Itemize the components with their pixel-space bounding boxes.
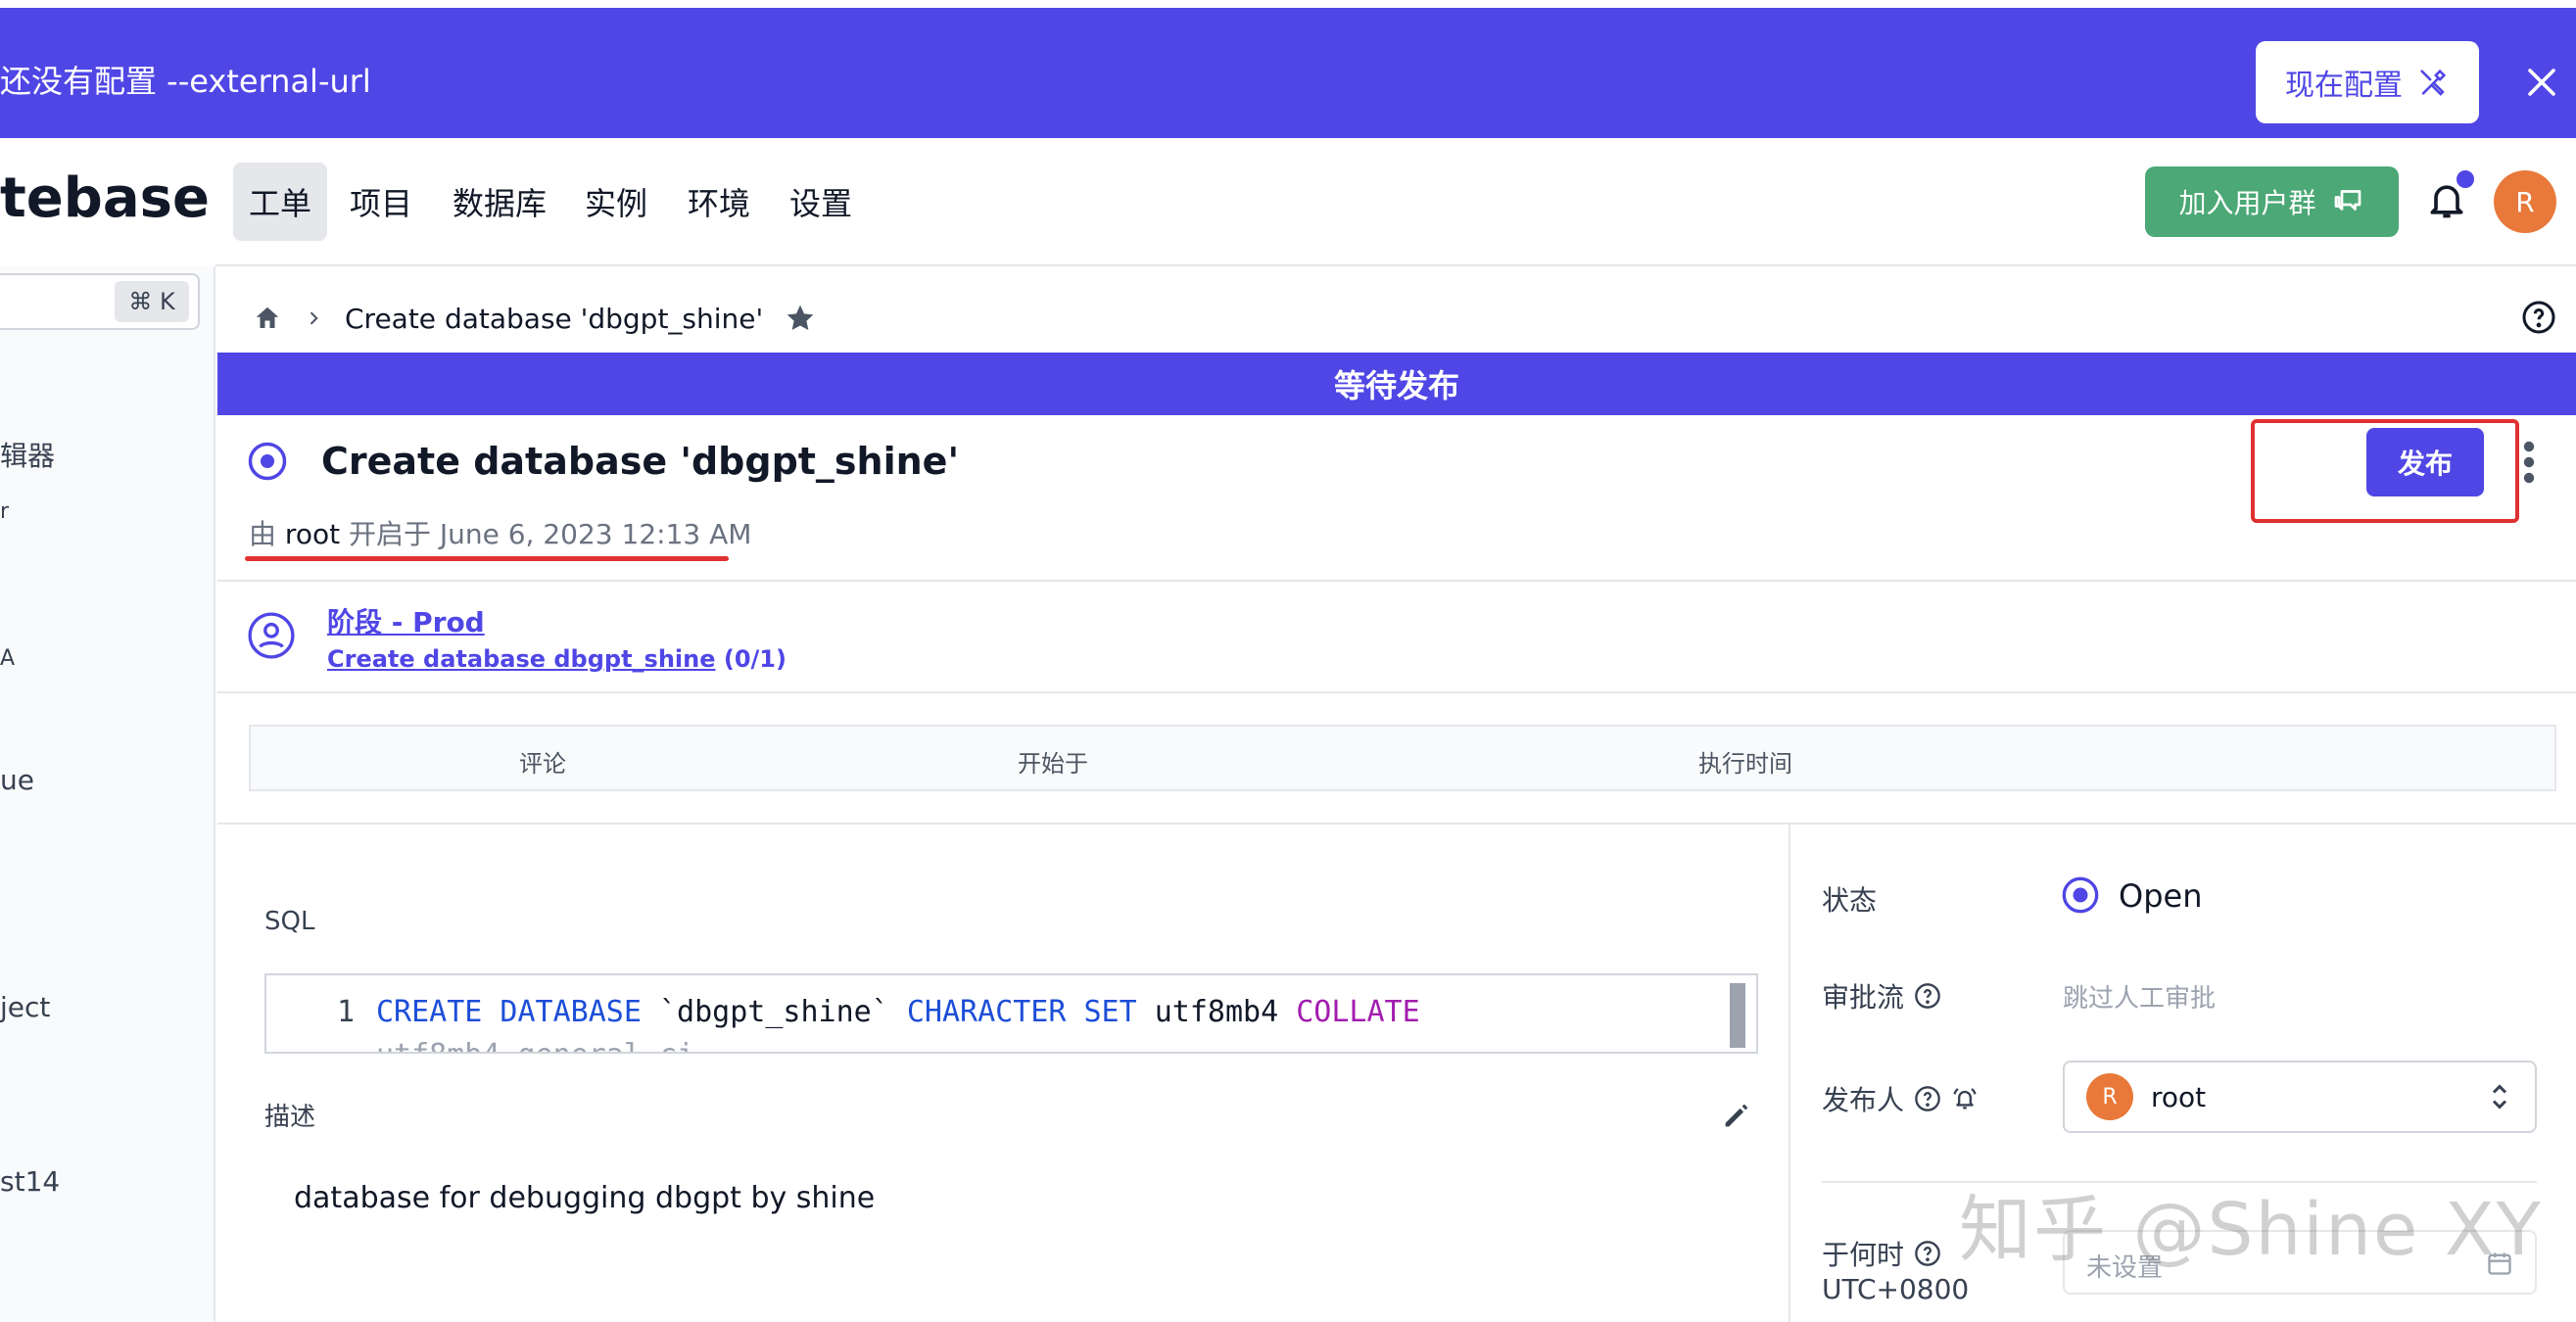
stage-task: Create database dbgpt_shine (0/1) xyxy=(327,645,787,673)
sql-keyword: COLLATE xyxy=(1296,995,1420,1029)
issue-open-icon xyxy=(248,442,287,481)
nav-tab-environments[interactable]: 环境 xyxy=(672,163,766,241)
breadcrumb-current: Create database 'dbgpt_shine' xyxy=(345,302,764,335)
approval-value: 跳过人工审批 xyxy=(2063,984,2217,1014)
when-label: 于何时 xyxy=(1822,1234,1941,1273)
chevron-right-icon xyxy=(310,311,318,325)
sidebar-item-3[interactable]: A xyxy=(0,646,15,671)
status-label: 状态 xyxy=(1822,879,1877,919)
column-started-at: 开始于 xyxy=(1018,750,1088,778)
highlight-underline xyxy=(245,556,729,561)
bell-ring-icon[interactable] xyxy=(1951,1085,1979,1112)
by-prefix: 由 xyxy=(249,518,277,550)
assignee-avatar: R xyxy=(2086,1073,2133,1120)
panel-divider xyxy=(1789,823,1790,1322)
user-avatar[interactable]: R xyxy=(2494,170,2556,233)
issue-opened-time: 开启于 June 6, 2023 12:13 AM xyxy=(348,518,752,550)
breadcrumb: Create database 'dbgpt_shine' xyxy=(253,299,816,338)
sql-code-line: CREATE DATABASE `dbgpt_shine` CHARACTER … xyxy=(376,995,1420,1029)
help-icon[interactable] xyxy=(2521,300,2556,335)
nav-tab-settings[interactable]: 设置 xyxy=(774,163,868,241)
status-label-text: 状态 xyxy=(1822,884,1878,917)
issue-meta: 由 root 开启于 June 6, 2023 12:13 AM xyxy=(249,513,751,552)
stage-link[interactable]: 阶段 - Prod xyxy=(327,601,485,640)
user-circle-icon xyxy=(248,612,295,659)
external-url-banner: 还没有配置 --external-url 现在配置 xyxy=(0,8,2576,138)
divider xyxy=(217,580,2576,582)
when-label-text: 于何时 xyxy=(1822,1239,1905,1271)
line-number: 1 xyxy=(337,995,356,1029)
more-vertical-icon[interactable] xyxy=(2521,439,2537,486)
pencil-icon[interactable] xyxy=(1720,1099,1753,1132)
watermark: 知乎 @Shine XY xyxy=(1959,1188,2543,1272)
divider xyxy=(217,691,2576,693)
join-group-label: 加入用户群 xyxy=(2178,187,2316,219)
column-comment: 评论 xyxy=(519,750,566,778)
chevron-up-down-icon xyxy=(2492,1084,2507,1110)
nav-tab-instances[interactable]: 实例 xyxy=(569,163,663,241)
question-circle-icon[interactable] xyxy=(1914,982,1941,1010)
sidebar-item-6[interactable]: st14 xyxy=(0,1165,60,1198)
timezone-text: UTC+0800 xyxy=(1822,1273,1970,1305)
publish-button[interactable]: 发布 xyxy=(2366,428,2484,496)
nav-tab-issues[interactable]: 工单 xyxy=(233,163,328,241)
sql-keyword: CREATE DATABASE xyxy=(376,995,642,1029)
question-circle-icon[interactable] xyxy=(1914,1240,1941,1267)
sql-charset: utf8mb4 xyxy=(1136,995,1297,1029)
issue-title: Create database 'dbgpt_shine' xyxy=(321,440,960,483)
assignee-name: root xyxy=(2151,1081,2207,1113)
star-icon[interactable] xyxy=(785,303,816,334)
join-group-button[interactable]: 加入用户群 xyxy=(2145,166,2399,237)
app-logo: tebase xyxy=(0,166,210,230)
description-label: 描述 xyxy=(264,1103,316,1132)
tools-icon xyxy=(2420,69,2447,96)
banner-text: 还没有配置 --external-url xyxy=(0,63,371,100)
close-icon[interactable] xyxy=(2524,65,2559,100)
divider xyxy=(217,823,2576,825)
description-text: database for debugging dbgpt by shine xyxy=(294,1181,876,1215)
assignee-label-text: 发布人 xyxy=(1822,1084,1905,1116)
status-value: Open xyxy=(2119,877,2203,915)
configure-now-button[interactable]: 现在配置 xyxy=(2256,41,2479,123)
home-icon[interactable] xyxy=(253,304,282,333)
approval-label-text: 审批流 xyxy=(1822,981,1905,1014)
sidebar-item-4[interactable]: ue xyxy=(0,764,34,796)
assignee-label: 发布人 xyxy=(1822,1079,1979,1118)
sql-label: SQL xyxy=(264,907,315,936)
sidebar-item-1[interactable]: 辑器 xyxy=(0,435,55,474)
approval-label: 审批流 xyxy=(1822,976,1941,1015)
issue-status-bar: 等待发布 xyxy=(217,353,2576,415)
status-open-icon xyxy=(2062,876,2099,914)
search-shortcut: ⌘ K xyxy=(115,281,189,322)
notification-dot xyxy=(2457,170,2474,188)
editor-scrollbar[interactable] xyxy=(1730,983,1745,1048)
sql-identifier: `dbgpt_shine` xyxy=(641,995,907,1029)
chat-icon xyxy=(2334,190,2361,211)
configure-now-label: 现在配置 xyxy=(2285,69,2403,103)
sidebar-item-5[interactable]: ject xyxy=(0,991,50,1023)
column-duration: 执行时间 xyxy=(1698,750,1792,778)
task-table-header xyxy=(249,725,2556,791)
nav-tab-projects[interactable]: 项目 xyxy=(334,163,428,241)
sidebar-item-2[interactable]: r xyxy=(0,499,9,524)
assignee-select[interactable] xyxy=(2063,1061,2537,1133)
sql-code-line-2: utf8mb4_general_ci xyxy=(376,1038,694,1052)
sql-editor[interactable]: 1 CREATE DATABASE `dbgpt_shine` CHARACTE… xyxy=(264,973,1758,1054)
task-link[interactable]: Create database dbgpt_shine xyxy=(327,645,716,673)
question-circle-icon[interactable] xyxy=(1914,1085,1941,1112)
nav-tab-databases[interactable]: 数据库 xyxy=(437,163,562,241)
task-progress: (0/1) xyxy=(723,645,787,673)
issue-author[interactable]: root xyxy=(285,518,340,550)
sql-keyword: CHARACTER SET xyxy=(906,995,1137,1029)
